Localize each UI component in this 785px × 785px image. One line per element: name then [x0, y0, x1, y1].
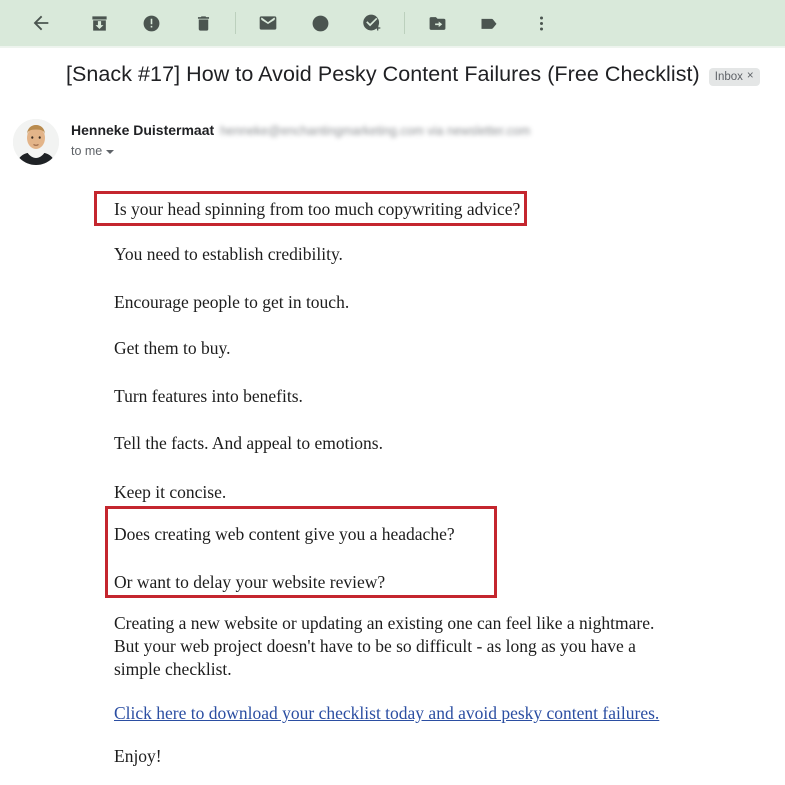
mark-unread-icon [258, 13, 278, 33]
highlight-text-1: Is your head spinning from too much copy… [114, 199, 521, 219]
closing-paragraph: Creating a new website or updating an ex… [114, 613, 655, 680]
download-link-row: Click here to download your checklist to… [114, 703, 659, 724]
report-spam-button[interactable] [132, 4, 170, 42]
sender-name[interactable]: Henneke Duistermaat [71, 122, 214, 138]
body-line-5: Tell the facts. And appeal to emotions. [114, 433, 383, 453]
delete-icon [194, 14, 213, 33]
body-line-1: You need to establish credibility. [114, 244, 343, 264]
move-to-icon [428, 14, 447, 33]
more-options-icon [532, 14, 551, 33]
add-to-tasks-button[interactable] [353, 4, 391, 42]
subject-row: [Snack #17] How to Avoid Pesky Content F… [66, 62, 781, 87]
snooze-clock-icon [311, 14, 330, 33]
mark-unread-button[interactable] [249, 4, 287, 42]
archive-button[interactable] [80, 4, 118, 42]
sender-line: Henneke Duistermaat henneke@enchantingma… [71, 122, 731, 138]
sender-block: Henneke Duistermaat henneke@enchantingma… [13, 119, 753, 171]
signoff-text: Enjoy! [114, 746, 162, 766]
highlight-text-2a: Does creating web content give you a hea… [114, 524, 455, 544]
back-arrow-icon [30, 12, 52, 34]
sender-avatar-photo [13, 119, 59, 165]
snooze-button[interactable] [301, 4, 339, 42]
body-line-2: Encourage people to get in touch. [114, 292, 350, 312]
move-to-button[interactable] [418, 4, 456, 42]
body-line-6: Keep it concise. [114, 482, 227, 502]
back-button[interactable] [22, 4, 60, 42]
toolbar-divider-2 [404, 12, 405, 34]
recipient-row[interactable]: to me [71, 144, 115, 158]
labels-button[interactable] [470, 4, 508, 42]
download-checklist-link[interactable]: Click here to download your checklist to… [114, 703, 659, 723]
archive-icon [90, 14, 109, 33]
add-to-tasks-icon [362, 13, 382, 33]
email-toolbar [0, 0, 785, 46]
highlight-text-2b: Or want to delay your website review? [114, 572, 386, 592]
avatar[interactable] [13, 119, 59, 165]
sender-email-blurred: henneke@enchantingmarketing.com via news… [220, 124, 531, 138]
chevron-down-icon[interactable] [106, 150, 115, 154]
page-title: [Snack #17] How to Avoid Pesky Content F… [66, 62, 700, 86]
toolbar-divider-1 [235, 12, 236, 34]
close-icon[interactable]: × [747, 70, 754, 83]
body-line-3: Get them to buy. [114, 338, 231, 358]
toolbar-bottom-border [0, 46, 785, 48]
delete-button[interactable] [184, 4, 222, 42]
inbox-label-chip[interactable]: Inbox × [708, 67, 760, 86]
labels-tag-icon [479, 13, 499, 33]
more-options-button[interactable] [522, 4, 560, 42]
inbox-chip-label: Inbox [714, 70, 743, 83]
body-line-4: Turn features into benefits. [114, 386, 303, 406]
recipient-label: to me [71, 144, 103, 158]
report-spam-icon [142, 14, 161, 33]
